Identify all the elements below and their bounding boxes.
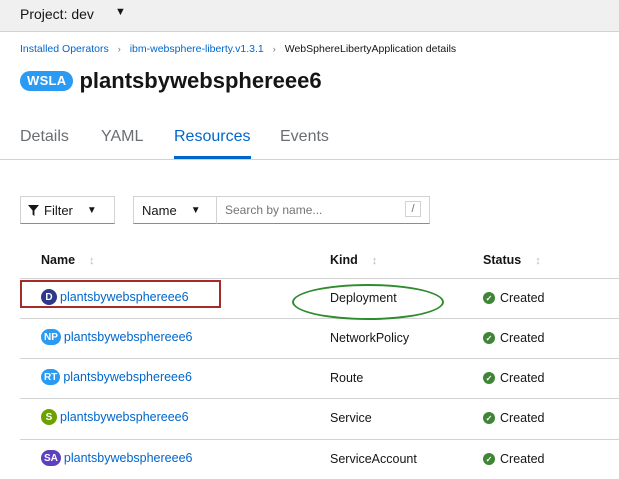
resource-kind-badge: SA: [41, 450, 61, 466]
tab-resources[interactable]: Resources: [174, 128, 250, 146]
name-select[interactable]: Name ▼: [133, 196, 217, 224]
column-header-name[interactable]: Name ↕: [41, 253, 95, 267]
resource-kind: Service: [330, 411, 372, 425]
search-shortcut-hint: /: [405, 201, 421, 217]
resource-name-cell: RT plantsbywebsphereee6: [41, 369, 192, 385]
breadcrumb-installed-operators[interactable]: Installed Operators: [20, 43, 109, 55]
project-bar: Project: dev ▼: [0, 0, 619, 32]
resource-link[interactable]: plantsbywebsphereee6: [60, 410, 189, 424]
filter-label: Filter: [44, 202, 73, 218]
resource-link[interactable]: plantsbywebsphereee6: [64, 451, 193, 465]
highlight-ellipse-annotation: [292, 284, 444, 320]
check-circle-icon: ✓: [483, 372, 495, 384]
resource-status: ✓ Created: [483, 331, 544, 345]
resource-kind-badge: S: [41, 409, 57, 425]
resource-name-cell: NP plantsbywebsphereee6: [41, 329, 192, 345]
resource-status: ✓ Created: [483, 411, 544, 425]
project-selector[interactable]: Project: dev: [20, 6, 94, 22]
caret-down-icon[interactable]: ▼: [115, 6, 126, 18]
caret-down-icon: ▼: [190, 204, 201, 216]
column-header-status[interactable]: Status ↕: [483, 253, 541, 267]
page-title: plantsbywebsphereee6: [79, 68, 322, 93]
filter-icon: [28, 204, 39, 216]
page-header: WSLA plantsbywebsphereee6: [20, 68, 322, 94]
sort-icon[interactable]: ↕: [372, 255, 378, 267]
table-row: SA plantsbywebsphereee6 ServiceAccount ✓…: [0, 439, 619, 479]
name-select-label: Name: [142, 202, 177, 218]
sort-icon[interactable]: ↕: [89, 255, 95, 267]
resource-link[interactable]: plantsbywebsphereee6: [64, 330, 193, 344]
tab-events[interactable]: Events: [280, 128, 329, 146]
check-circle-icon: ✓: [483, 332, 495, 344]
breadcrumb-current: WebSphereLibertyApplication details: [284, 43, 457, 55]
resource-link[interactable]: plantsbywebsphereee6: [63, 370, 192, 384]
resource-kind: NetworkPolicy: [330, 331, 410, 345]
active-tab-indicator: [174, 156, 251, 159]
breadcrumb: Installed Operators › ibm-websphere-libe…: [20, 43, 456, 55]
chevron-right-icon: ›: [117, 44, 121, 54]
search-input[interactable]: [216, 196, 430, 224]
column-header-kind[interactable]: Kind ↕: [330, 253, 377, 267]
resource-kind: ServiceAccount: [330, 452, 417, 466]
tab-details[interactable]: Details: [20, 128, 69, 146]
highlight-box-annotation: [20, 280, 221, 308]
resource-status: ✓ Created: [483, 452, 544, 466]
tab-bar: Details YAML Resources Events: [0, 117, 619, 160]
resource-status: ✓ Created: [483, 291, 544, 305]
sort-icon[interactable]: ↕: [535, 255, 541, 267]
check-circle-icon: ✓: [483, 292, 495, 304]
resource-kind: Route: [330, 371, 364, 385]
table-row: NP plantsbywebsphereee6 NetworkPolicy ✓ C…: [0, 318, 619, 358]
check-circle-icon: ✓: [483, 453, 495, 465]
kind-badge: WSLA: [20, 71, 74, 91]
table-row: RT plantsbywebsphereee6 Route ✓ Created: [0, 358, 619, 398]
resource-name-cell: S plantsbywebsphereee6: [41, 409, 189, 425]
resource-name-cell: SA plantsbywebsphereee6: [41, 450, 192, 466]
table-row: S plantsbywebsphereee6 Service ✓ Created: [0, 398, 619, 438]
resource-status: ✓ Created: [483, 371, 544, 385]
tab-yaml[interactable]: YAML: [101, 128, 143, 146]
resource-kind-badge: RT: [41, 369, 61, 385]
caret-down-icon: ▼: [86, 204, 97, 216]
resource-kind-badge: NP: [41, 329, 61, 345]
filter-button[interactable]: Filter ▼: [20, 196, 115, 224]
check-circle-icon: ✓: [483, 412, 495, 424]
breadcrumb-operator-version[interactable]: ibm-websphere-liberty.v1.3.1: [130, 43, 264, 55]
chevron-right-icon: ›: [272, 44, 276, 54]
